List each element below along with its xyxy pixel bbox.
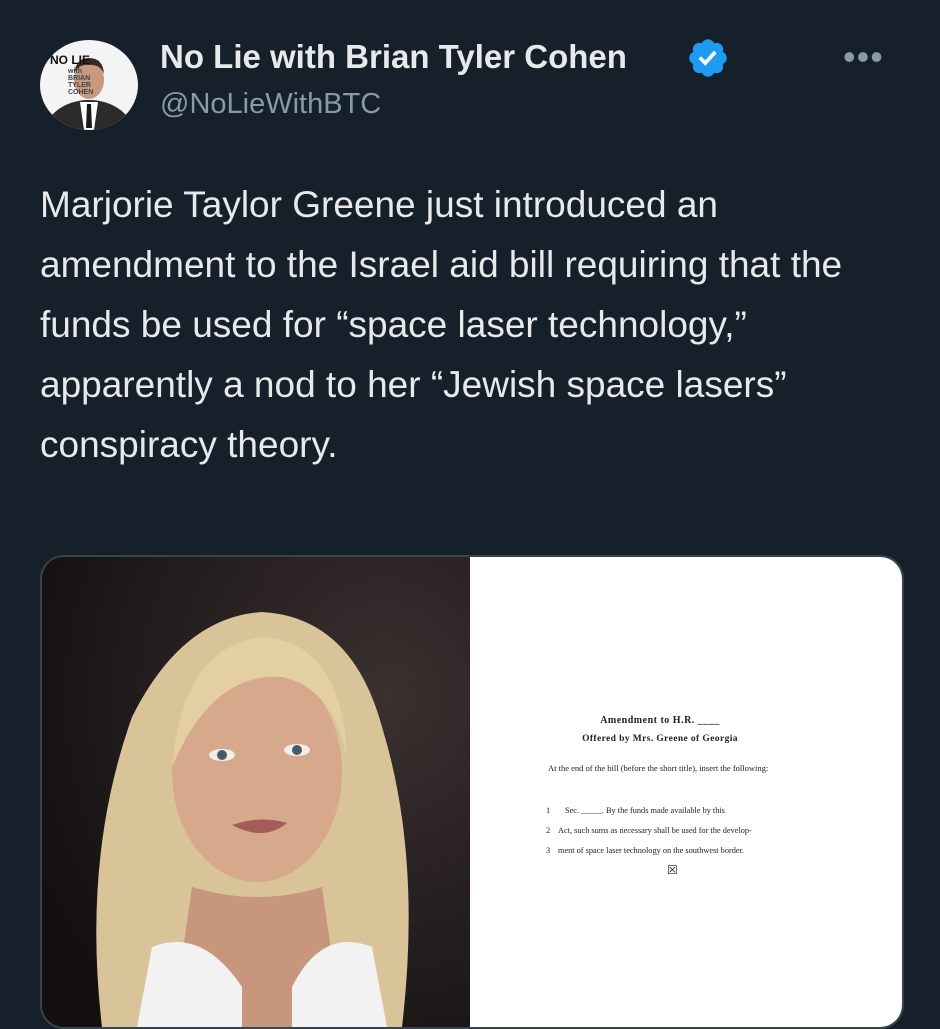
checkbox-icon: ☒	[667, 863, 678, 877]
avatar-sub-line: BRIAN	[68, 75, 91, 82]
doc-title: Amendment to H.R. ____	[600, 715, 720, 726]
doc-line: Sec. _____. By the funds made available …	[565, 806, 725, 815]
author-name[interactable]: No Lie with Brian Tyler Cohen	[160, 38, 627, 76]
avatar-sub-line: TYLER	[68, 82, 91, 89]
doc-line: Act, such sums as necessary shall be use…	[558, 826, 752, 835]
doc-intro: At the end of the bill (before the short…	[548, 763, 769, 773]
media-photo[interactable]	[42, 557, 470, 1027]
verified-badge-icon	[689, 39, 727, 77]
author-handle[interactable]: @NoLieWithBTC	[160, 88, 381, 121]
doc-line: ment of space laser technology on the so…	[558, 846, 744, 855]
more-options-icon[interactable]: •••	[843, 36, 884, 78]
doc-line-number: 2	[546, 826, 551, 835]
doc-line-number: 1	[546, 806, 551, 815]
avatar-logo-text: NO LIE	[50, 53, 91, 67]
photo-portrait	[42, 557, 470, 1027]
avatar-sub-line: with	[68, 68, 82, 75]
doc-subtitle: Offered by Mrs. Greene of Georgia	[582, 734, 738, 744]
doc-line-number: 3	[546, 846, 551, 855]
avatar-logo-sub: with BRIAN TYLER COHEN	[68, 68, 93, 96]
author-avatar[interactable]: NO LIE with BRIAN TYLER COHEN	[40, 40, 138, 130]
tweet-media[interactable]: Amendment to H.R. ____ Offered by Mrs. G…	[40, 555, 904, 1029]
tweet-text: Marjorie Taylor Greene just introduced a…	[40, 184, 843, 465]
media-document[interactable]: Amendment to H.R. ____ Offered by Mrs. G…	[470, 557, 902, 1027]
avatar-sub-line: COHEN	[68, 89, 94, 96]
